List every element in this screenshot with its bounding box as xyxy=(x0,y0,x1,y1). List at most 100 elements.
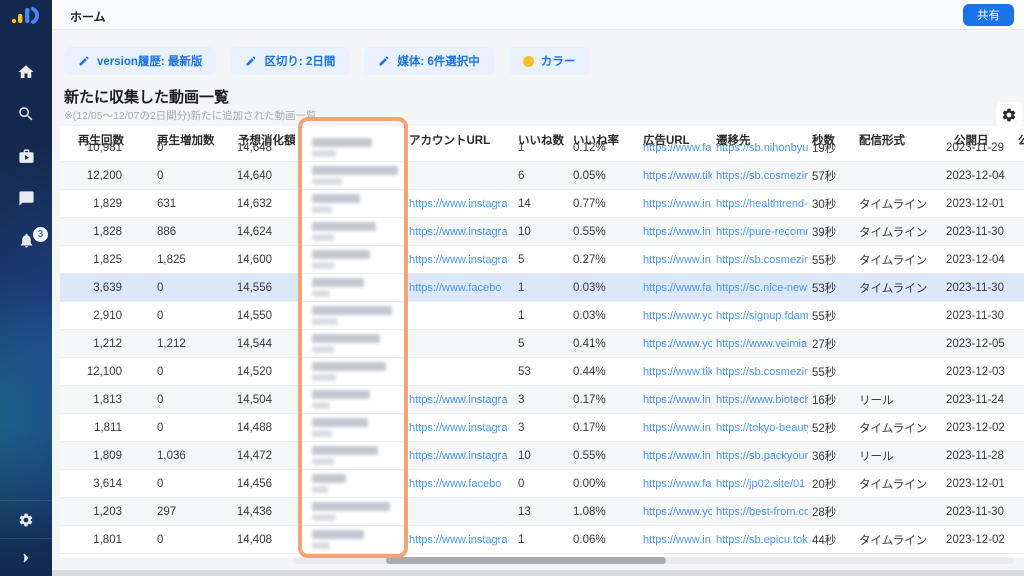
table-row-7[interactable]: 1,2121,21214,54450.41%https://www.ychttp… xyxy=(60,330,1024,358)
destination-link[interactable]: https://best-from.co xyxy=(716,506,808,518)
destination-link[interactable]: https://tokyo-beauty xyxy=(716,422,808,434)
table-row-1[interactable]: 12,200014,64060.05%https://www.tikhttps:… xyxy=(60,162,1024,190)
table-row-14[interactable]: 1,801014,408https://www.instagra10.06%ht… xyxy=(60,526,1024,554)
cell-delta: 0 xyxy=(144,478,220,490)
cell-seconds: 55秒 xyxy=(808,252,850,268)
table-row-8[interactable]: 12,100014,520530.44%https://www.tikhttps… xyxy=(60,358,1024,386)
cell-likes: 1 xyxy=(514,142,568,154)
page-horizontal-scrollbar[interactable] xyxy=(52,570,1024,576)
cell-published: 2023-12-03 xyxy=(942,366,1010,378)
destination-link[interactable]: https://pure-recomn xyxy=(716,226,808,238)
ad-url-link[interactable]: https://www.fa xyxy=(643,142,711,154)
ad-url-link[interactable]: https://www.in xyxy=(643,394,711,406)
account-url-link[interactable]: https://www.instagra xyxy=(409,198,507,210)
table-row-6[interactable]: 2,910014,55010.03%https://www.ychttps://… xyxy=(60,302,1024,330)
collapse-sidebar-icon[interactable] xyxy=(0,538,52,576)
account-url-link[interactable]: https://www.instagra xyxy=(409,254,507,266)
home-icon[interactable] xyxy=(8,60,44,84)
destination-link[interactable]: https://sb.packyour xyxy=(716,450,808,462)
ad-url-link[interactable]: https://www.in xyxy=(643,254,711,266)
share-button[interactable]: 共有 xyxy=(963,4,1014,26)
account-url-link[interactable]: https://www.instagra xyxy=(409,394,507,406)
table-scrollbar-thumb[interactable] xyxy=(386,557,666,564)
column-header-11: 配信形式 xyxy=(850,132,942,148)
account-url-link[interactable]: https://www.instagra xyxy=(409,450,507,462)
ad-url-link[interactable]: https://www.in xyxy=(643,534,711,546)
notifications-icon[interactable]: 3 xyxy=(8,228,44,252)
filter-chip-bar: version履歴: 最新版区切り: 2日間媒体: 6件選択中カラー xyxy=(64,47,589,75)
table-row-3[interactable]: 1,82888614,624https://www.instagra100.55… xyxy=(60,218,1024,246)
cell-published: 2023-11-30 xyxy=(942,506,1010,518)
cell-delta: 631 xyxy=(144,198,220,210)
ad-url-link[interactable]: https://www.tik xyxy=(643,170,712,182)
filter-chip-1[interactable]: 区切り: 2日間 xyxy=(231,47,349,75)
destination-link[interactable]: https://sb.epicu.tok xyxy=(716,534,808,546)
filter-chip-2[interactable]: 媒体: 6件選択中 xyxy=(364,47,493,75)
ad-url-link[interactable]: https://www.yc xyxy=(643,338,712,350)
blurred-account-subtext xyxy=(312,374,336,381)
settings-icon[interactable] xyxy=(0,500,52,538)
destination-link[interactable]: https://sb.nihonbyu xyxy=(716,142,808,154)
blurred-account-name xyxy=(312,278,364,287)
cell-likes: 1 xyxy=(514,534,568,546)
ad-url-link[interactable]: https://www.yc xyxy=(643,310,712,322)
destination-link[interactable]: https://sc.nice-news xyxy=(716,282,808,294)
ad-url-link[interactable]: https://www.in xyxy=(643,198,711,210)
filter-chip-3[interactable]: カラー xyxy=(509,47,590,75)
destination-link[interactable]: https://sb.cosmezin xyxy=(716,254,808,266)
ad-url-link[interactable]: https://www.tik xyxy=(643,366,712,378)
ad-url-link[interactable]: https://www.in xyxy=(643,450,711,462)
ad-url-link[interactable]: https://www.in xyxy=(643,422,711,434)
cell-budget: 14,408 xyxy=(220,534,300,546)
cell-destination: https://pure-recomn xyxy=(712,226,808,238)
destination-link[interactable]: https://signup.fdam xyxy=(716,310,808,322)
cell-delta: 0 xyxy=(144,282,220,294)
table-row-4[interactable]: 1,8251,82514,600https://www.instagra50.2… xyxy=(60,246,1024,274)
table-row-12[interactable]: 3,614014,456https://www.facebo00.00%http… xyxy=(60,470,1024,498)
cell-seconds: 16秒 xyxy=(808,392,850,408)
app-logo[interactable] xyxy=(0,0,52,30)
destination-link[interactable]: https://www.veimia. xyxy=(716,338,808,350)
cell-likes: 14 xyxy=(514,198,568,210)
table-settings-gear-icon[interactable] xyxy=(996,102,1022,128)
ad-url-link[interactable]: https://www.yc xyxy=(643,506,712,518)
cell-plays: 1,212 xyxy=(60,338,144,350)
cell-like-rate: 0.12% xyxy=(568,142,640,154)
cell-published: 2023-12-02 xyxy=(942,534,1010,546)
account-url-link[interactable]: https://www.facebo xyxy=(409,478,501,490)
destination-link[interactable]: https://sb.cosmezin xyxy=(716,366,808,378)
destination-link[interactable]: https://www.biotech xyxy=(716,394,808,406)
cell-plays: 1,825 xyxy=(60,254,144,266)
ad-url-link[interactable]: https://www.fa xyxy=(643,478,711,490)
ad-url-link[interactable]: https://www.in xyxy=(643,226,711,238)
cell-destination: https://healthtrend-r xyxy=(712,198,808,210)
table-row-9[interactable]: 1,813014,504https://www.instagra30.17%ht… xyxy=(60,386,1024,414)
destination-link[interactable]: https://sb.cosmezin xyxy=(716,170,808,182)
cell-seconds: 55秒 xyxy=(808,364,850,380)
cell-account-name-blurred xyxy=(300,358,406,385)
destination-link[interactable]: https://jp02.site/01 xyxy=(716,478,805,490)
cell-published: 2023-12-05 xyxy=(942,338,1010,350)
video-library-icon[interactable] xyxy=(8,144,44,168)
cell-seconds: 27秒 xyxy=(808,336,850,352)
blurred-account-name xyxy=(312,362,386,371)
ad-url-link[interactable]: https://www.fa xyxy=(643,282,711,294)
search-icon[interactable] xyxy=(8,102,44,126)
account-url-link[interactable]: https://www.facebo xyxy=(409,282,501,294)
table-row-10[interactable]: 1,811014,488https://www.instagra30.17%ht… xyxy=(60,414,1024,442)
table-row-2[interactable]: 1,82963114,632https://www.instagra140.77… xyxy=(60,190,1024,218)
blurred-account-subtext xyxy=(312,290,330,297)
cell-ad-url: https://www.in xyxy=(640,450,712,462)
account-url-link[interactable]: https://www.instagra xyxy=(409,226,507,238)
cell-destination: https://www.biotech xyxy=(712,394,808,406)
cell-delta: 1,036 xyxy=(144,450,220,462)
cell-account-name-blurred xyxy=(300,190,406,217)
account-url-link[interactable]: https://www.instagra xyxy=(409,534,507,546)
chat-icon[interactable] xyxy=(8,186,44,210)
table-row-11[interactable]: 1,8091,03614,472https://www.instagra100.… xyxy=(60,442,1024,470)
filter-chip-0[interactable]: version履歴: 最新版 xyxy=(64,47,216,75)
table-row-13[interactable]: 1,20329714,436131.08%https://www.ychttps… xyxy=(60,498,1024,526)
account-url-link[interactable]: https://www.instagra xyxy=(409,422,507,434)
table-row-5[interactable]: 3,639014,556https://www.facebo10.03%http… xyxy=(60,274,1024,302)
destination-link[interactable]: https://healthtrend-r xyxy=(716,198,808,210)
